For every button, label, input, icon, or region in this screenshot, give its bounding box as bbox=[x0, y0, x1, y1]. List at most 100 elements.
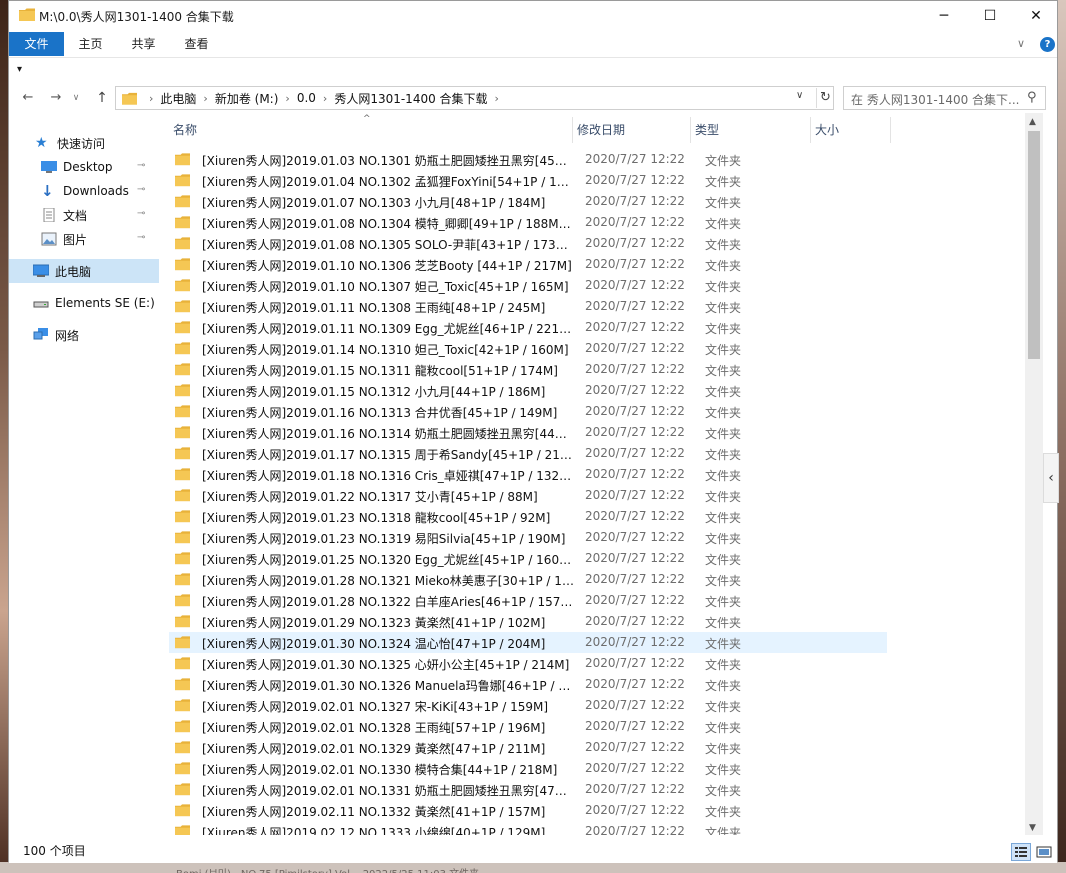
table-row[interactable]: [Xiuren秀人网]2019.01.17 NO.1315 周于希Sandy[4… bbox=[169, 443, 887, 464]
table-row[interactable]: [Xiuren秀人网]2019.01.04 NO.1302 孟狐狸FoxYini… bbox=[169, 170, 887, 191]
table-row[interactable]: [Xiuren秀人网]2019.01.11 NO.1308 王雨纯[48+1P … bbox=[169, 296, 887, 317]
scrollbar-thumb[interactable] bbox=[1028, 131, 1040, 359]
scroll-down-icon[interactable]: ▼ bbox=[1029, 823, 1036, 833]
column-header-type[interactable]: 类型 bbox=[691, 117, 811, 143]
up-button[interactable]: ↑ bbox=[91, 89, 113, 107]
folder-icon bbox=[175, 510, 190, 523]
file-date: 2020/7/27 12:22 bbox=[585, 824, 685, 835]
chevron-right-icon[interactable]: › bbox=[278, 92, 296, 105]
table-row[interactable]: [Xiuren秀人网]2019.02.11 NO.1332 黃楽然[41+1P … bbox=[169, 800, 887, 821]
table-row[interactable]: [Xiuren秀人网]2019.01.30 NO.1326 Manuela玛鲁娜… bbox=[169, 674, 887, 695]
column-header-date[interactable]: 修改日期 bbox=[573, 117, 691, 143]
breadcrumb-this-pc[interactable]: 此电脑 bbox=[160, 90, 196, 107]
folder-icon bbox=[175, 405, 190, 418]
table-row[interactable]: [Xiuren秀人网]2019.01.28 NO.1321 Mieko林美惠子[… bbox=[169, 569, 887, 590]
table-row[interactable]: [Xiuren秀人网]2019.01.29 NO.1323 黃楽然[41+1P … bbox=[169, 611, 887, 632]
sidebar-item-desktop[interactable]: Desktop ⊸ bbox=[9, 155, 159, 179]
address-history-dropdown[interactable]: ∨ bbox=[796, 90, 803, 101]
chevron-right-icon[interactable]: › bbox=[316, 92, 334, 105]
close-button[interactable]: ✕ bbox=[1013, 1, 1059, 31]
tab-file[interactable]: 文件 bbox=[9, 32, 64, 56]
file-type: 文件夹 bbox=[705, 658, 742, 672]
table-row[interactable]: [Xiuren秀人网]2019.01.22 NO.1317 艾小青[45+1P … bbox=[169, 485, 887, 506]
file-name: [Xiuren秀人网]2019.01.28 NO.1321 Mieko林美惠子[… bbox=[202, 574, 574, 588]
breadcrumb-drive[interactable]: 新加卷 (M:) bbox=[215, 90, 279, 107]
file-type: 文件夹 bbox=[705, 406, 742, 420]
table-row[interactable]: [Xiuren秀人网]2019.01.10 NO.1306 芝芝Booty [4… bbox=[169, 254, 887, 275]
sidebar-item-pictures[interactable]: 图片 ⊸ bbox=[9, 227, 159, 251]
tab-view[interactable]: 查看 bbox=[170, 32, 223, 56]
table-row[interactable]: [Xiuren秀人网]2019.01.23 NO.1319 易阳Silvia[4… bbox=[169, 527, 887, 548]
column-header-name[interactable]: 名称 bbox=[169, 117, 573, 143]
table-row[interactable]: [Xiuren秀人网]2019.01.11 NO.1309 Egg_尤妮丝[46… bbox=[169, 317, 887, 338]
table-row[interactable]: [Xiuren秀人网]2019.01.16 NO.1313 合井优香[45+1P… bbox=[169, 401, 887, 422]
back-button[interactable]: ← bbox=[17, 89, 39, 107]
table-row[interactable]: [Xiuren秀人网]2019.01.30 NO.1324 温心怡[47+1P … bbox=[169, 632, 887, 653]
help-icon[interactable]: ? bbox=[1040, 37, 1055, 52]
sidebar-item-elements-drive[interactable]: Elements SE (E:) bbox=[9, 291, 159, 315]
vertical-scrollbar[interactable]: ▲ ▼ bbox=[1025, 113, 1043, 835]
table-row[interactable]: [Xiuren秀人网]2019.01.15 NO.1312 小九月[44+1P … bbox=[169, 380, 887, 401]
table-row[interactable]: [Xiuren秀人网]2019.01.07 NO.1303 小九月[48+1P … bbox=[169, 191, 887, 212]
minimize-button[interactable]: ─ bbox=[921, 1, 967, 31]
table-row[interactable]: [Xiuren秀人网]2019.02.01 NO.1328 王雨纯[57+1P … bbox=[169, 716, 887, 737]
file-date: 2020/7/27 12:22 bbox=[585, 677, 685, 691]
large-icons-view-button[interactable] bbox=[1035, 843, 1053, 861]
details-view-button[interactable] bbox=[1011, 843, 1031, 861]
address-bar[interactable]: › 此电脑 › 新加卷 (M:) › 0.0 › 秀人网1301-1400 合集… bbox=[115, 86, 834, 110]
search-icon: ⚲ bbox=[1027, 90, 1037, 105]
table-row[interactable]: [Xiuren秀人网]2019.01.28 NO.1322 白羊座Aries[4… bbox=[169, 590, 887, 611]
forward-button[interactable]: → bbox=[45, 89, 67, 107]
chevron-right-icon[interactable]: › bbox=[488, 92, 506, 105]
file-type: 文件夹 bbox=[705, 574, 742, 588]
chevron-right-icon[interactable]: › bbox=[142, 92, 160, 105]
tab-home[interactable]: 主页 bbox=[64, 32, 117, 56]
search-input[interactable]: 在 秀人网1301-1400 合集下... bbox=[851, 91, 1021, 108]
file-date: 2020/7/27 12:22 bbox=[585, 320, 685, 334]
folder-icon bbox=[175, 825, 190, 835]
customize-toolbar-icon[interactable]: ▾ bbox=[17, 64, 22, 75]
table-row[interactable]: [Xiuren秀人网]2019.02.01 NO.1329 黃楽然[47+1P … bbox=[169, 737, 887, 758]
file-name: [Xiuren秀人网]2019.01.25 NO.1320 Egg_尤妮丝[45… bbox=[202, 553, 574, 567]
table-row[interactable]: [Xiuren秀人网]2019.01.03 NO.1301 奶瓶土肥圆矮挫丑黑穷… bbox=[169, 149, 887, 170]
table-row[interactable]: [Xiuren秀人网]2019.02.12 NO.1333 小绵绵[40+1P … bbox=[169, 821, 887, 835]
table-row[interactable]: [Xiuren秀人网]2019.01.18 NO.1316 Cris_卓娅祺[4… bbox=[169, 464, 887, 485]
file-date: 2020/7/27 12:22 bbox=[585, 152, 685, 166]
refresh-icon[interactable]: ↻ bbox=[816, 88, 834, 108]
breadcrumb-folder-0-0[interactable]: 0.0 bbox=[297, 91, 316, 105]
table-row[interactable]: [Xiuren秀人网]2019.02.01 NO.1330 模特合集[44+1P… bbox=[169, 758, 887, 779]
sidebar-item-network[interactable]: 网络 bbox=[9, 323, 159, 347]
preview-pane-toggle[interactable]: ‹ bbox=[1043, 453, 1059, 503]
file-name: [Xiuren秀人网]2019.02.01 NO.1331 奶瓶土肥圆矮挫丑黑穷… bbox=[202, 784, 574, 798]
table-row[interactable]: [Xiuren秀人网]2019.01.08 NO.1305 SOLO-尹菲[43… bbox=[169, 233, 887, 254]
table-row[interactable]: [Xiuren秀人网]2019.01.25 NO.1320 Egg_尤妮丝[45… bbox=[169, 548, 887, 569]
search-box[interactable]: 在 秀人网1301-1400 合集下... ⚲ bbox=[843, 86, 1046, 110]
file-name: [Xiuren秀人网]2019.01.03 NO.1301 奶瓶土肥圆矮挫丑黑穷… bbox=[202, 154, 574, 168]
sidebar-item-downloads[interactable]: ↓ Downloads ⊸ bbox=[9, 179, 159, 203]
sidebar-item-documents[interactable]: 文档 ⊸ bbox=[9, 203, 159, 227]
file-type: 文件夹 bbox=[705, 385, 742, 399]
expand-ribbon-button[interactable]: ∨ bbox=[1017, 37, 1025, 50]
column-header-size[interactable]: 大小 bbox=[811, 117, 891, 143]
table-row[interactable]: [Xiuren秀人网]2019.01.14 NO.1310 妲己_Toxic[4… bbox=[169, 338, 887, 359]
recent-locations-icon[interactable]: ∨ bbox=[69, 89, 83, 107]
sidebar-item-quick-access[interactable]: ★ 快速访问 bbox=[9, 131, 159, 155]
maximize-button[interactable]: ☐ bbox=[967, 1, 1013, 31]
table-row[interactable]: [Xiuren秀人网]2019.01.10 NO.1307 妲己_Toxic[4… bbox=[169, 275, 887, 296]
tab-share[interactable]: 共享 bbox=[117, 32, 170, 56]
file-type: 文件夹 bbox=[705, 763, 742, 777]
sidebar-item-this-pc[interactable]: 此电脑 bbox=[9, 259, 159, 283]
table-row[interactable]: [Xiuren秀人网]2019.02.01 NO.1331 奶瓶土肥圆矮挫丑黑穷… bbox=[169, 779, 887, 800]
table-row[interactable]: [Xiuren秀人网]2019.01.23 NO.1318 龍籹cool[45+… bbox=[169, 506, 887, 527]
file-name: [Xiuren秀人网]2019.01.11 NO.1309 Egg_尤妮丝[46… bbox=[202, 322, 574, 336]
table-row[interactable]: [Xiuren秀人网]2019.01.08 NO.1304 模特_卿卿[49+1… bbox=[169, 212, 887, 233]
file-type: 文件夹 bbox=[705, 553, 742, 567]
breadcrumb-current-folder[interactable]: 秀人网1301-1400 合集下载 bbox=[334, 90, 487, 107]
file-type: 文件夹 bbox=[705, 616, 742, 630]
table-row[interactable]: [Xiuren秀人网]2019.01.16 NO.1314 奶瓶土肥圆矮挫丑黑穷… bbox=[169, 422, 887, 443]
table-row[interactable]: [Xiuren秀人网]2019.01.15 NO.1311 龍籹cool[51+… bbox=[169, 359, 887, 380]
scroll-up-icon[interactable]: ▲ bbox=[1029, 117, 1036, 127]
table-row[interactable]: [Xiuren秀人网]2019.01.30 NO.1325 心妍小公主[45+1… bbox=[169, 653, 887, 674]
table-row[interactable]: [Xiuren秀人网]2019.02.01 NO.1327 宋-KiKi[43+… bbox=[169, 695, 887, 716]
chevron-right-icon[interactable]: › bbox=[196, 92, 214, 105]
